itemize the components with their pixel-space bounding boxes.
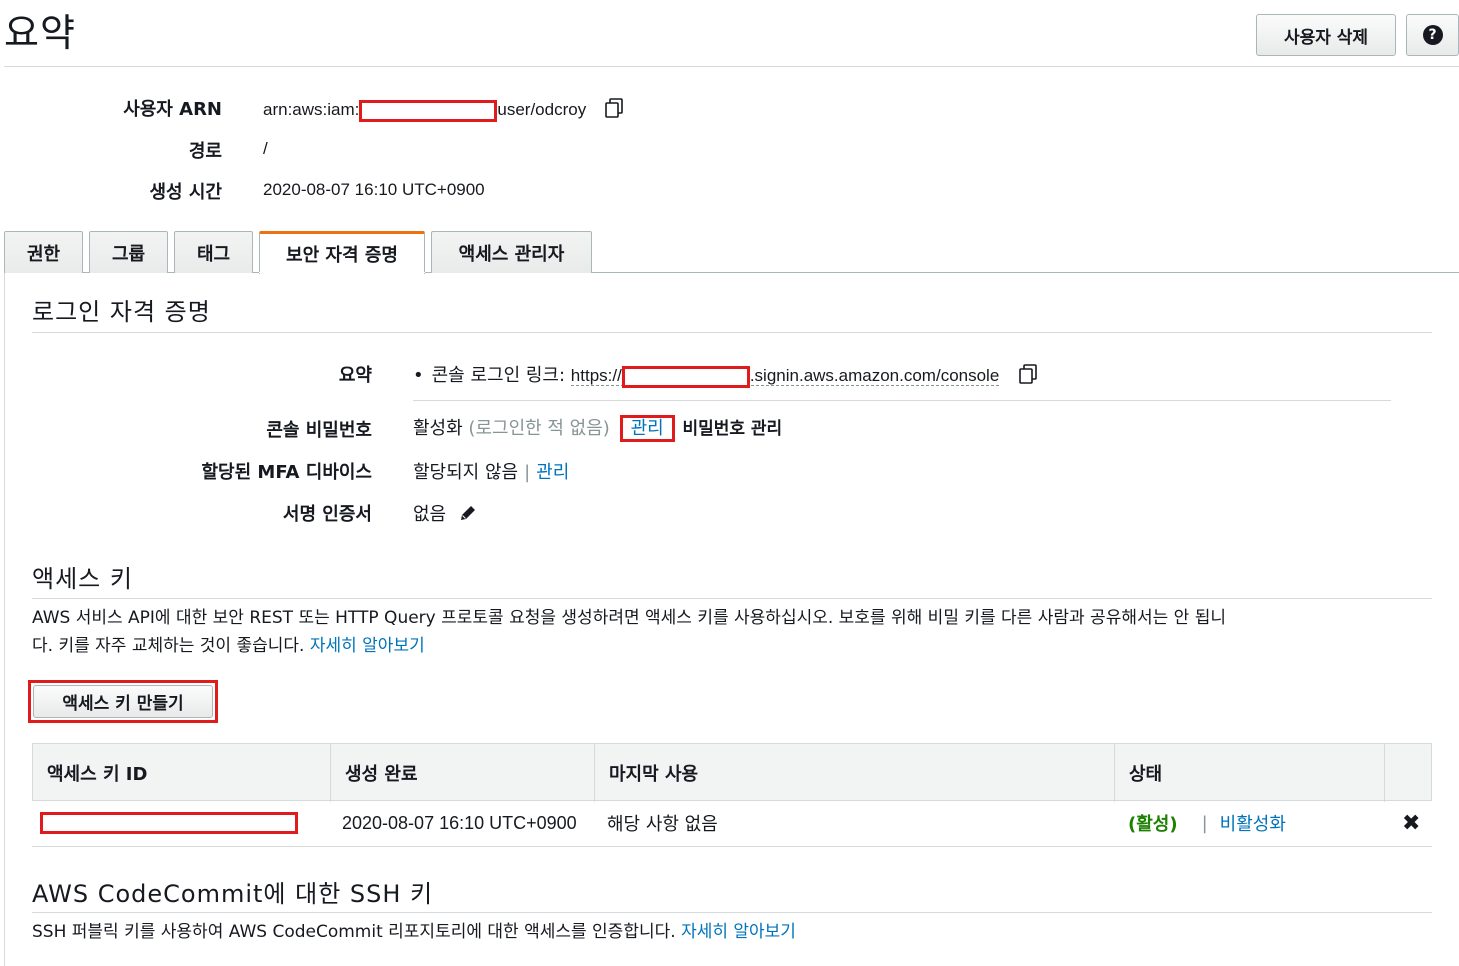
manage-password-link[interactable]: 관리 (619, 415, 675, 442)
close-icon: ✖ (1402, 810, 1421, 836)
redacted-access-key-id (40, 812, 298, 834)
create-access-key-highlight: 액세스 키 만들기 (28, 680, 218, 723)
mfa-label: 할당된 MFA 디바이스 (201, 462, 372, 483)
delete-user-button[interactable]: 사용자 삭제 (1256, 14, 1396, 56)
copy-icon[interactable] (1017, 363, 1039, 390)
signing-cert-label: 서명 인증서 (282, 504, 372, 525)
redacted-account-id (359, 99, 498, 122)
tab-permissions[interactable]: 권한 (4, 231, 83, 273)
help-icon: ? (1422, 25, 1443, 45)
column-status: 상태 (1115, 744, 1385, 802)
path-value: / (263, 139, 268, 158)
copy-icon[interactable] (603, 97, 625, 124)
page-title: 요약 (4, 11, 76, 55)
status-badge: (활성) (1128, 814, 1178, 835)
codecommit-learn-more-link[interactable]: 자세히 알아보기 (681, 922, 796, 942)
arn-value: arn:aws:iam: user/odcroy (263, 97, 625, 124)
column-created: 생성 완료 (331, 744, 595, 802)
pencil-icon[interactable] (458, 503, 478, 528)
tab-groups[interactable]: 그룹 (89, 231, 168, 273)
console-password-note: (로그인한 적 없음) (468, 418, 610, 439)
signing-cert-row: 없음 (413, 500, 478, 528)
console-link-label: 콘솔 로그인 링크: (431, 365, 566, 386)
access-keys-description: AWS 서비스 API에 대한 보안 REST 또는 HTTP Query 프로… (32, 608, 1226, 656)
console-password-status: 활성화 (413, 418, 463, 439)
signing-cert-value: 없음 (413, 504, 447, 525)
summary-label: 요약 (338, 365, 372, 386)
console-password-row: 활성화 (로그인한 적 없음) 관리 비밀번호 관리 (413, 414, 783, 442)
column-access-key-id: 액세스 키 ID (33, 744, 331, 802)
created-cell: 2020-08-07 16:10 UTC+0900 (342, 812, 577, 833)
deactivate-link[interactable]: 비활성화 (1220, 810, 1286, 836)
tab-tags[interactable]: 태그 (174, 231, 253, 273)
arn-suffix: user/odcroy (497, 99, 587, 119)
table-row: 2020-08-07 16:10 UTC+0900 해당 사항 없음 (활성) … (32, 801, 1432, 847)
manage-password-annotation: 비밀번호 관리 (682, 419, 783, 439)
access-keys-title: 액세스 키 (32, 565, 133, 593)
tab-security-credentials[interactable]: 보안 자격 증명 (259, 231, 425, 274)
login-credentials-title: 로그인 자격 증명 (32, 298, 211, 326)
path-label: 경로 (188, 141, 222, 162)
console-signin-link[interactable]: https://.signin.aws.amazon.com/console (570, 365, 1000, 388)
console-link-row: • 콘솔 로그인 링크: https://.signin.aws.amazon.c… (413, 361, 1039, 390)
mfa-row: 할당되지 않음 | 관리 (413, 462, 570, 483)
manage-mfa-link[interactable]: 관리 (536, 462, 569, 483)
help-button[interactable]: ? (1406, 14, 1459, 56)
console-password-label: 콘솔 비밀번호 (266, 420, 372, 441)
delete-key-button[interactable]: ✖ (1402, 801, 1420, 845)
status-cell: (활성) | 비활성화 (1128, 801, 1286, 845)
created-value: 2020-08-07 16:10 UTC+0900 (263, 180, 485, 199)
access-keys-learn-more-link[interactable]: 자세히 알아보기 (310, 636, 425, 656)
column-actions (1385, 744, 1431, 802)
arn-prefix: arn:aws:iam: (263, 99, 360, 119)
header-divider (4, 66, 1459, 67)
codecommit-title: AWS CodeCommit에 대한 SSH 키 (32, 880, 434, 908)
create-access-key-button[interactable]: 액세스 키 만들기 (33, 685, 213, 718)
tab-access-advisor[interactable]: 액세스 관리자 (431, 231, 592, 273)
codecommit-description: SSH 퍼블릭 키를 사용하여 AWS CodeCommit 리포지토리에 대한… (32, 922, 796, 942)
column-last-used: 마지막 사용 (595, 744, 1115, 802)
arn-label: 사용자 ARN (123, 99, 222, 120)
access-key-id-cell (40, 801, 298, 845)
redacted-account-alias (621, 365, 750, 388)
created-label: 생성 시간 (149, 182, 222, 203)
table-header: 액세스 키 ID 생성 완료 마지막 사용 상태 (32, 743, 1432, 802)
last-used-cell: 해당 사항 없음 (607, 814, 718, 835)
mfa-value: 할당되지 않음 (413, 462, 519, 483)
